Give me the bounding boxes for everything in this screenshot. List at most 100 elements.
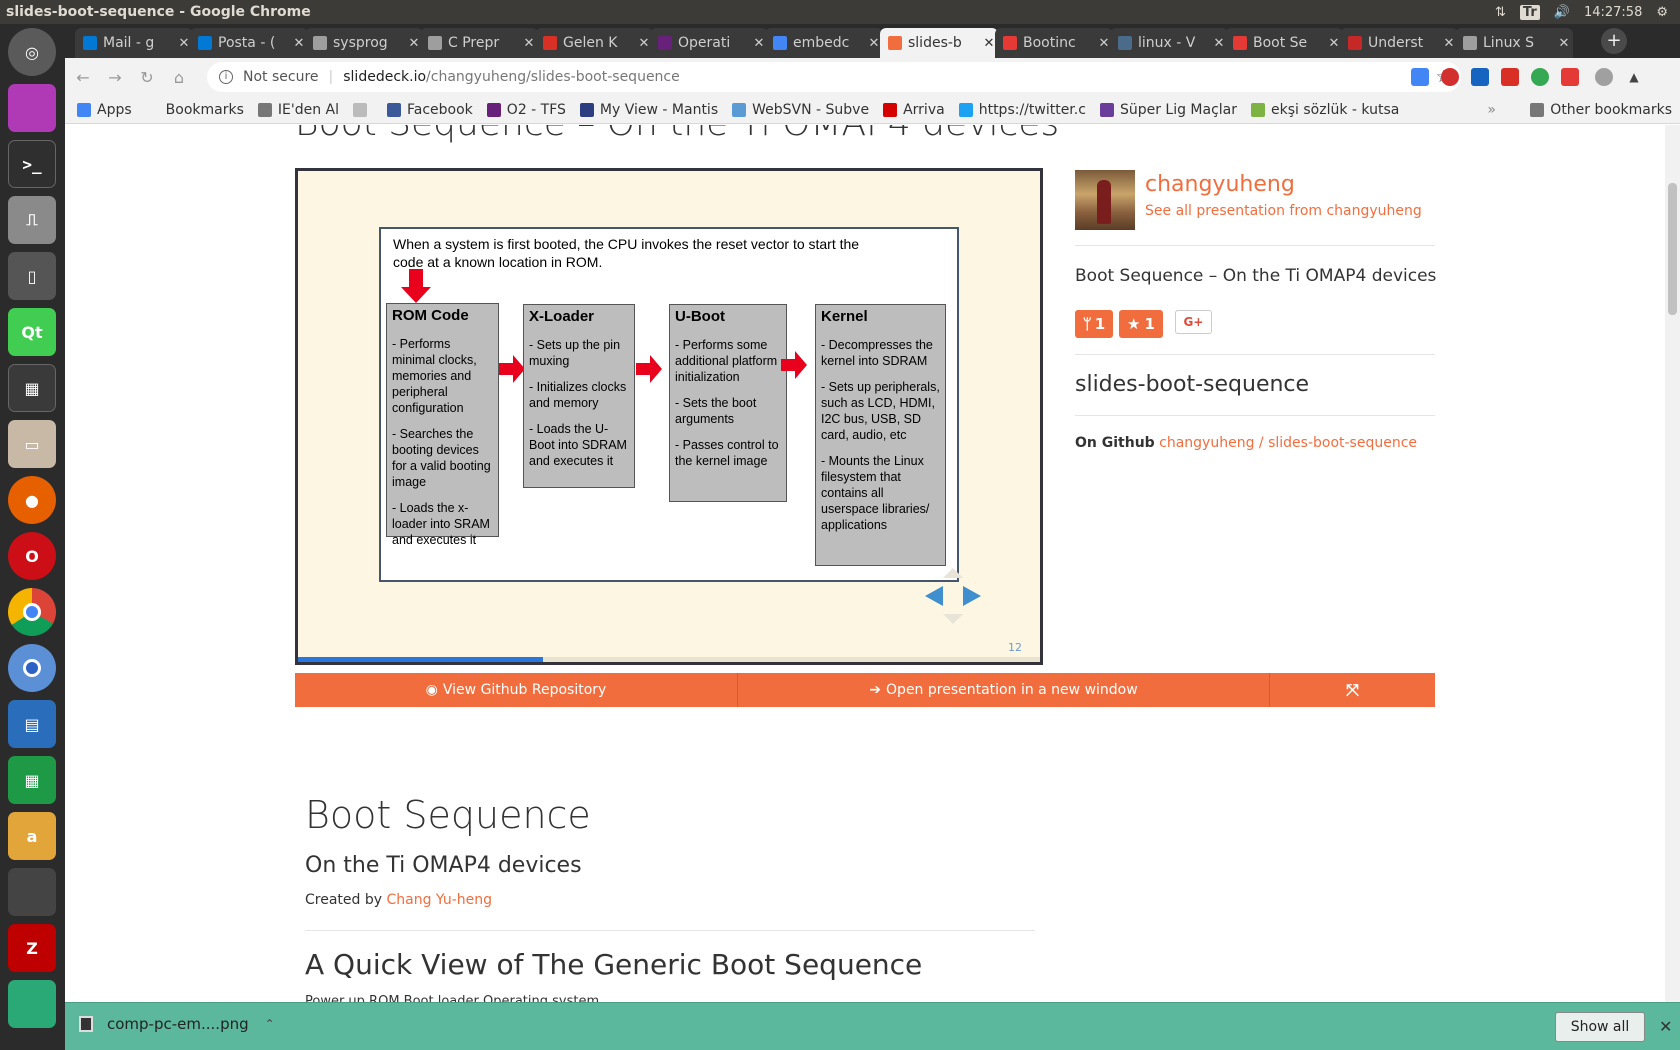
browser-tab[interactable]: linux - V ✕ xyxy=(1110,28,1228,58)
ubuntu-dash-icon[interactable]: ◎ xyxy=(8,28,56,76)
home-icon[interactable]: ⌂ xyxy=(165,68,193,87)
download-item[interactable]: comp-pc-em....png ⌃ xyxy=(79,1015,275,1033)
workspace-switcher-icon[interactable]: ▦ xyxy=(8,364,56,412)
scrollbar-thumb[interactable] xyxy=(1668,183,1677,315)
bookmarks-overflow-button[interactable]: » xyxy=(1487,102,1496,118)
folder-icon xyxy=(1530,102,1545,117)
video-editor-icon[interactable] xyxy=(8,84,56,132)
browser-tab[interactable]: slides-b ✕ xyxy=(880,28,998,58)
bookmark-item[interactable]: WebSVN - Subve xyxy=(732,102,869,118)
browser-tab[interactable]: Operati ✕ xyxy=(650,28,768,58)
qt-creator-icon[interactable]: Qt xyxy=(8,308,56,356)
bookmark-item[interactable]: Süper Lig Maçlar xyxy=(1099,101,1238,118)
amazon-icon[interactable]: a xyxy=(8,812,56,860)
terminal-icon[interactable]: >_ xyxy=(8,140,56,188)
google-plus-button[interactable]: G+ xyxy=(1175,310,1212,334)
github-source: On Github changyuheng / slides-boot-sequ… xyxy=(1075,435,1417,451)
fullscreen-button[interactable]: ⤧ xyxy=(1270,673,1435,707)
bookmark-item[interactable]: IE'den Al xyxy=(257,102,339,118)
repository-title: slides-boot-sequence xyxy=(1075,372,1310,397)
avatar[interactable] xyxy=(1075,170,1135,230)
back-icon[interactable]: ← xyxy=(69,68,97,87)
bookmark-item[interactable] xyxy=(353,102,373,117)
usb-drive-icon[interactable]: ⎍ xyxy=(8,196,56,244)
adblock-icon[interactable] xyxy=(1441,68,1459,86)
chrome-icon[interactable] xyxy=(8,588,56,636)
close-icon[interactable]: ✕ xyxy=(1659,1017,1672,1036)
bookmark-item[interactable]: Bookmarks xyxy=(145,102,244,118)
tab-label: sysprog xyxy=(333,35,388,51)
bookmark-icon xyxy=(486,102,501,117)
browser-tab[interactable]: Gelen K ✕ xyxy=(535,28,653,58)
app-icon[interactable] xyxy=(8,868,56,916)
github-repo-link[interactable]: changyuheng / slides-boot-sequence xyxy=(1159,435,1417,451)
bookmark-item[interactable]: ekşi sözlük - kutsa xyxy=(1251,102,1399,118)
slide-viewer[interactable]: When a system is first booted, the CPU i… xyxy=(295,168,1043,665)
forward-icon[interactable]: → xyxy=(101,68,129,87)
bookmark-item[interactable]: My View - Mantis xyxy=(579,102,718,118)
bookmark-icon xyxy=(353,102,367,117)
new-tab-button[interactable]: + xyxy=(1601,28,1627,54)
open-new-window-button[interactable]: ➔ Open presentation in a new window xyxy=(738,673,1270,707)
app-icon[interactable] xyxy=(8,980,56,1028)
libreoffice-writer-icon[interactable]: ▤ xyxy=(8,700,56,748)
chromium-icon[interactable] xyxy=(8,644,56,692)
slide-navigation[interactable] xyxy=(923,566,983,626)
translate-icon[interactable] xyxy=(1411,68,1429,86)
browser-tab[interactable]: C Prepr ✕ xyxy=(420,28,538,58)
network-icon[interactable]: ⇅ xyxy=(1495,5,1506,20)
tab-label: Bootinc xyxy=(1023,35,1076,51)
view-github-repo-button[interactable]: ◉ View Github Repository xyxy=(295,673,738,707)
reload-icon[interactable]: ↻ xyxy=(133,68,161,87)
browser-tab[interactable]: Linux S ✕ xyxy=(1455,28,1573,58)
extension-s-icon[interactable] xyxy=(1471,68,1489,86)
opera-icon[interactable]: O xyxy=(8,532,56,580)
browser-tab[interactable]: sysprog ✕ xyxy=(305,28,423,58)
volume-icon[interactable]: 🔊 xyxy=(1554,5,1570,20)
extension-green-icon[interactable] xyxy=(1531,68,1549,86)
bookmark-item[interactable]: Facebook xyxy=(387,102,473,118)
browser-tab[interactable]: embedc ✕ xyxy=(765,28,883,58)
gear-icon[interactable]: ⚙ xyxy=(1656,5,1668,20)
bookmark-label: ekşi sözlük - kutsa xyxy=(1271,101,1400,118)
browser-tab[interactable]: Bootinc ✕ xyxy=(995,28,1113,58)
clock[interactable]: 14:27:58 xyxy=(1584,5,1642,20)
content-title: Boot Sequence xyxy=(305,793,591,837)
author-link[interactable]: changyuheng xyxy=(1145,172,1295,197)
firefox-icon[interactable]: ● xyxy=(8,476,56,524)
bookmark-item[interactable]: O2 - TFS xyxy=(486,102,566,118)
file-manager-icon[interactable]: ▭ xyxy=(8,420,56,468)
browser-tab[interactable]: Mail - g ✕ xyxy=(75,28,193,58)
author-name-link[interactable]: Chang Yu-heng xyxy=(386,892,492,908)
browser-tab[interactable]: Posta - (✕ xyxy=(190,28,308,58)
other-bookmarks[interactable]: Other bookmarks xyxy=(1530,102,1672,118)
see-all-presentations-link[interactable]: See all presentation from changyuheng xyxy=(1145,203,1422,219)
tab-close-icon[interactable]: ✕ xyxy=(1555,36,1573,51)
show-all-downloads-button[interactable]: Show all xyxy=(1555,1012,1645,1042)
bookmark-list: Apps Bookmarks IE'den Al Facebook O2 - TFS My… xyxy=(65,102,1413,118)
bookmark-item[interactable]: Arriva xyxy=(883,102,945,118)
bookmark-item[interactable]: Apps xyxy=(77,102,132,118)
keyboard-layout[interactable]: Tr xyxy=(1519,4,1540,20)
bookmark-label: Süper Lig Maçlar xyxy=(1119,101,1238,118)
filezilla-icon[interactable]: Z xyxy=(8,924,56,972)
diagram-intro: When a system is first booted, the CPU i… xyxy=(393,236,860,270)
bookmark-item[interactable]: https://twitter.c xyxy=(958,102,1086,118)
phone-icon[interactable]: ▯ xyxy=(8,252,56,300)
libreoffice-calc-icon[interactable]: ▦ xyxy=(8,756,56,804)
extension-red-icon[interactable] xyxy=(1561,68,1579,86)
fork-count-button[interactable]: ᛘ1 xyxy=(1075,310,1113,338)
update-icon[interactable]: ▲ xyxy=(1625,68,1643,86)
stage-item: - Mounts the Linux filesystem that conta… xyxy=(821,454,930,532)
info-icon[interactable]: i xyxy=(219,70,233,84)
tab-favicon xyxy=(1003,36,1017,50)
page-scrollbar[interactable] xyxy=(1665,125,1680,1002)
right-arrow-icon xyxy=(781,351,807,379)
star-count-button[interactable]: ★ 1 xyxy=(1119,310,1163,338)
profile-avatar-icon[interactable] xyxy=(1595,68,1613,86)
browser-tab[interactable]: Boot Se ✕ xyxy=(1225,28,1343,58)
browser-tab[interactable]: Underst ✕ xyxy=(1340,28,1458,58)
address-bar[interactable]: i Not secure | slidedeck.io /changyuheng… xyxy=(207,62,1461,92)
chevron-up-icon[interactable]: ⌃ xyxy=(265,1017,275,1031)
gmail-icon[interactable] xyxy=(1501,68,1519,86)
